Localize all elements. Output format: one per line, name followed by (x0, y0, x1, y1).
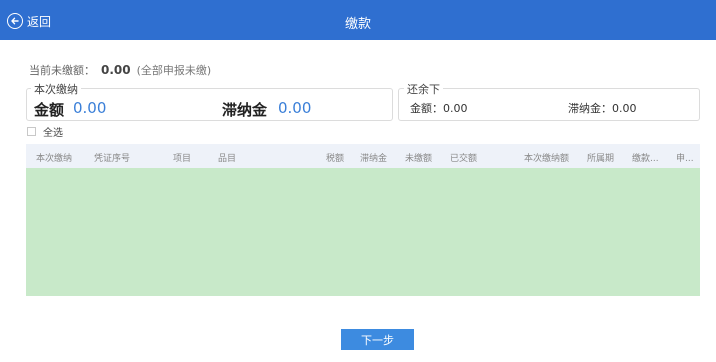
column-header: 申... (676, 154, 694, 164)
select-all-checkbox[interactable] (27, 127, 36, 136)
this-payment-box: 本次缴纳 金额 0.00 滞纳金 0.00 (26, 81, 393, 121)
remaining-box: 还余下 金额：0.00 滞纳金：0.00 (398, 81, 700, 121)
remaining-legend: 还余下 (404, 81, 443, 97)
amount-label: 金额 (34, 101, 65, 119)
unpaid-summary: 当前未缴额： 0.00 (全部申报未缴) (29, 62, 211, 78)
this-payment-legend: 本次缴纳 (31, 81, 81, 97)
column-header: 凭证序号 (94, 154, 131, 164)
column-header: 所属期 (587, 154, 615, 164)
column-header: 品目 (218, 154, 237, 164)
late-fee-value: 0.00 (278, 99, 312, 117)
remaining-amount: 金额：0.00 (410, 102, 468, 115)
unpaid-label: 当前未缴额： (29, 64, 95, 77)
top-bar: 返回 缴款 (0, 0, 716, 40)
column-header: 未缴额 (405, 154, 433, 164)
page-title: 缴款 (344, 17, 371, 32)
column-header: 滞纳金 (360, 154, 388, 164)
amount-value: 0.00 (73, 99, 107, 117)
late-fee-label: 滞纳金 (222, 101, 268, 119)
column-header: 已交额 (450, 154, 478, 164)
unpaid-amount: 0.00 (101, 63, 131, 77)
table-header: 本次缴纳 凭证序号 项目 品目 税额 滞纳金 未缴额 已交额 本次缴纳额 所属期… (26, 144, 700, 168)
remaining-late-fee: 滞纳金：0.00 (568, 102, 637, 115)
column-header: 项目 (173, 154, 192, 164)
column-header: 本次缴纳额 (524, 154, 570, 164)
select-all-label: 全选 (43, 128, 63, 139)
column-header: 缴款... (632, 154, 659, 164)
table-body (26, 168, 700, 296)
column-header: 税额 (326, 154, 345, 164)
unpaid-note: (全部申报未缴) (136, 64, 212, 77)
next-step-button[interactable]: 下一步 (341, 329, 414, 350)
column-header: 本次缴纳 (36, 154, 73, 164)
select-all[interactable]: 全选 (27, 124, 63, 139)
